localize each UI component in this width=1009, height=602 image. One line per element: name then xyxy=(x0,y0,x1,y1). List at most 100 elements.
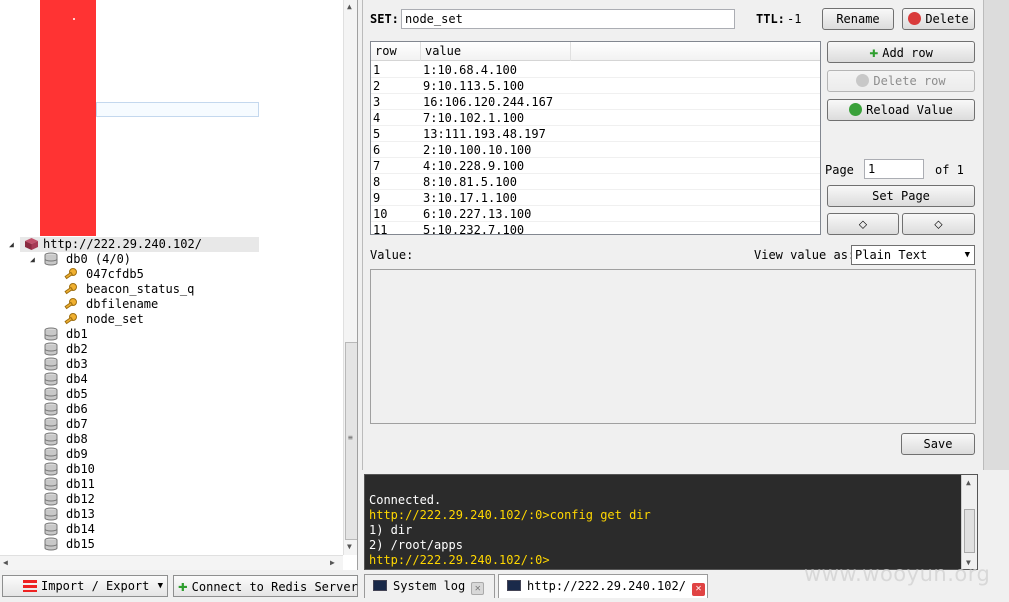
table-row[interactable]: 3 16:106.120.244.167 xyxy=(371,94,820,110)
page-count-label: of 1 xyxy=(935,163,964,177)
tree-server-label[interactable]: http://222.29.240.102/ xyxy=(43,237,202,252)
menu-icon xyxy=(23,580,37,592)
reload-value-button[interactable]: Reload Value xyxy=(827,99,975,121)
tree-db-item[interactable]: db10 xyxy=(66,462,95,477)
plus-icon: ✚ xyxy=(178,576,188,595)
tree-db0-label[interactable]: db0 (4/0) xyxy=(66,252,131,267)
database-icon xyxy=(44,417,59,431)
delete-label: Delete xyxy=(925,12,969,26)
row-value-cell: 6:10.227.13.100 xyxy=(423,207,532,221)
save-button[interactable]: Save xyxy=(901,433,975,455)
tree-db-item[interactable]: db11 xyxy=(66,477,95,492)
table-row[interactable]: 11 5:10.232.7.100 xyxy=(371,222,820,234)
tab-system-log-label: System log xyxy=(393,579,466,593)
scroll-thumb[interactable] xyxy=(964,509,975,553)
table-row[interactable]: 7 4:10.228.9.100 xyxy=(371,158,820,174)
window-edge xyxy=(983,0,1009,470)
terminal-icon xyxy=(373,580,387,591)
minus-circle-icon xyxy=(856,74,870,87)
expand-arrow-icon[interactable]: ◢ xyxy=(30,255,35,264)
close-icon[interactable]: ✕ xyxy=(691,583,705,596)
tree-vertical-scrollbar[interactable]: ▲ ≡ ▼ xyxy=(343,0,357,555)
table-row[interactable]: 2 9:10.113.5.100 xyxy=(371,78,820,94)
table-row[interactable]: 1 1:10.68.4.100 xyxy=(371,62,820,78)
scroll-left-icon[interactable]: ◀ xyxy=(3,558,8,567)
table-row[interactable]: 4 7:10.102.1.100 xyxy=(371,110,820,126)
expand-arrow-icon[interactable]: ◢ xyxy=(9,240,14,249)
row-number-cell: 10 xyxy=(373,207,388,221)
key-name-field[interactable]: node_set xyxy=(401,9,735,29)
console-line: 2) /root/apps xyxy=(369,538,463,552)
view-as-select[interactable]: Plain Text ▼ xyxy=(851,245,975,265)
tree-key-item[interactable]: dbfilename xyxy=(86,297,158,312)
value-label: Value: xyxy=(370,248,414,262)
scroll-up-icon[interactable]: ▲ xyxy=(347,2,352,11)
value-editor[interactable] xyxy=(370,269,976,424)
console-output[interactable]: Connected. http://222.29.240.102/:0>confi… xyxy=(364,474,978,570)
tree-db-item[interactable]: db5 xyxy=(66,387,88,402)
connect-server-button[interactable]: ✚ Connect to Redis Server xyxy=(173,575,358,597)
import-export-button[interactable]: Import / Export ▼ xyxy=(2,575,168,597)
connect-server-label: Connect to Redis Server xyxy=(191,580,358,594)
tree-key-item[interactable]: 047cfdb5 xyxy=(86,267,144,282)
delete-row-button[interactable]: Delete row xyxy=(827,70,975,92)
table-row[interactable]: 9 3:10.17.1.100 xyxy=(371,190,820,206)
tree-db-item[interactable]: db13 xyxy=(66,507,95,522)
database-icon xyxy=(44,522,59,536)
console-line: 1) dir xyxy=(369,523,413,537)
tree-db-item[interactable]: db9 xyxy=(66,447,88,462)
page-input[interactable]: 1 xyxy=(864,159,924,179)
redacted-mark xyxy=(73,18,75,20)
tree-db-item[interactable]: db6 xyxy=(66,402,88,417)
tree-db-item[interactable]: db7 xyxy=(66,417,88,432)
tree-db-item[interactable]: db2 xyxy=(66,342,88,357)
tree-key-item[interactable]: node_set xyxy=(86,312,144,327)
view-as-value: Plain Text xyxy=(855,248,928,262)
table-row[interactable]: 10 6:10.227.13.100 xyxy=(371,206,820,222)
add-row-button[interactable]: ✚ Add row xyxy=(827,41,975,63)
tree-db-item[interactable]: db8 xyxy=(66,432,88,447)
add-row-label: Add row xyxy=(882,46,933,60)
row-number-cell: 3 xyxy=(373,95,381,109)
database-icon xyxy=(44,507,59,521)
column-header-row[interactable]: row xyxy=(371,42,421,61)
set-page-button[interactable]: Set Page xyxy=(827,185,975,207)
terminal-icon xyxy=(507,580,521,591)
tree-db-item[interactable]: db14 xyxy=(66,522,95,537)
database-icon xyxy=(44,402,59,416)
tree-db-item[interactable]: db3 xyxy=(66,357,88,372)
connection-tree: ◢ http://222.29.240.102/ ◢ db0 (4/0) 047… xyxy=(0,0,358,570)
tab-server-console[interactable]: http://222.29.240.102/ ✕ xyxy=(498,574,708,598)
previous-page-button[interactable]: ⬦ xyxy=(827,213,899,235)
tree-db-item[interactable]: db1 xyxy=(66,327,88,342)
table-row[interactable]: 8 8:10.81.5.100 xyxy=(371,174,820,190)
console-scrollbar[interactable]: ▲ ▼ xyxy=(961,475,977,569)
close-icon[interactable]: ✕ xyxy=(471,582,485,595)
tree-key-item[interactable]: beacon_status_q xyxy=(86,282,194,297)
database-icon xyxy=(44,342,59,356)
rename-button[interactable]: Rename xyxy=(822,8,894,30)
tab-system-log[interactable]: System log ✕ xyxy=(364,574,495,598)
tree-db-item[interactable]: db15 xyxy=(66,537,95,552)
scroll-right-icon[interactable]: ▶ xyxy=(330,558,335,567)
column-header-value[interactable]: value xyxy=(421,42,571,61)
database-icon xyxy=(44,477,59,491)
row-number-cell: 7 xyxy=(373,159,381,173)
tree-db-item[interactable]: db12 xyxy=(66,492,95,507)
row-value-cell: 8:10.81.5.100 xyxy=(423,175,517,189)
row-number-cell: 4 xyxy=(373,111,381,125)
table-row[interactable]: 5 13:111.193.48.197 xyxy=(371,126,820,142)
scroll-up-icon[interactable]: ▲ xyxy=(966,478,971,487)
console-line: http://222.29.240.102/:0> xyxy=(369,553,550,567)
key-icon xyxy=(64,312,78,326)
key-icon xyxy=(64,282,78,296)
table-row[interactable]: 6 2:10.100.10.100 xyxy=(371,142,820,158)
next-page-button[interactable]: ⬦ xyxy=(902,213,975,235)
row-value-cell: 7:10.102.1.100 xyxy=(423,111,525,125)
delete-button[interactable]: Delete xyxy=(902,8,975,30)
values-table[interactable]: row value 1 1:10.68.4.100 2 9:10.113.5.100 3… xyxy=(370,41,821,235)
row-number-cell: 1 xyxy=(373,63,381,77)
tree-horizontal-scrollbar[interactable]: ◀ ▶ xyxy=(0,555,343,570)
tree-db-item[interactable]: db4 xyxy=(66,372,88,387)
scroll-down-icon[interactable]: ▼ xyxy=(347,542,352,551)
